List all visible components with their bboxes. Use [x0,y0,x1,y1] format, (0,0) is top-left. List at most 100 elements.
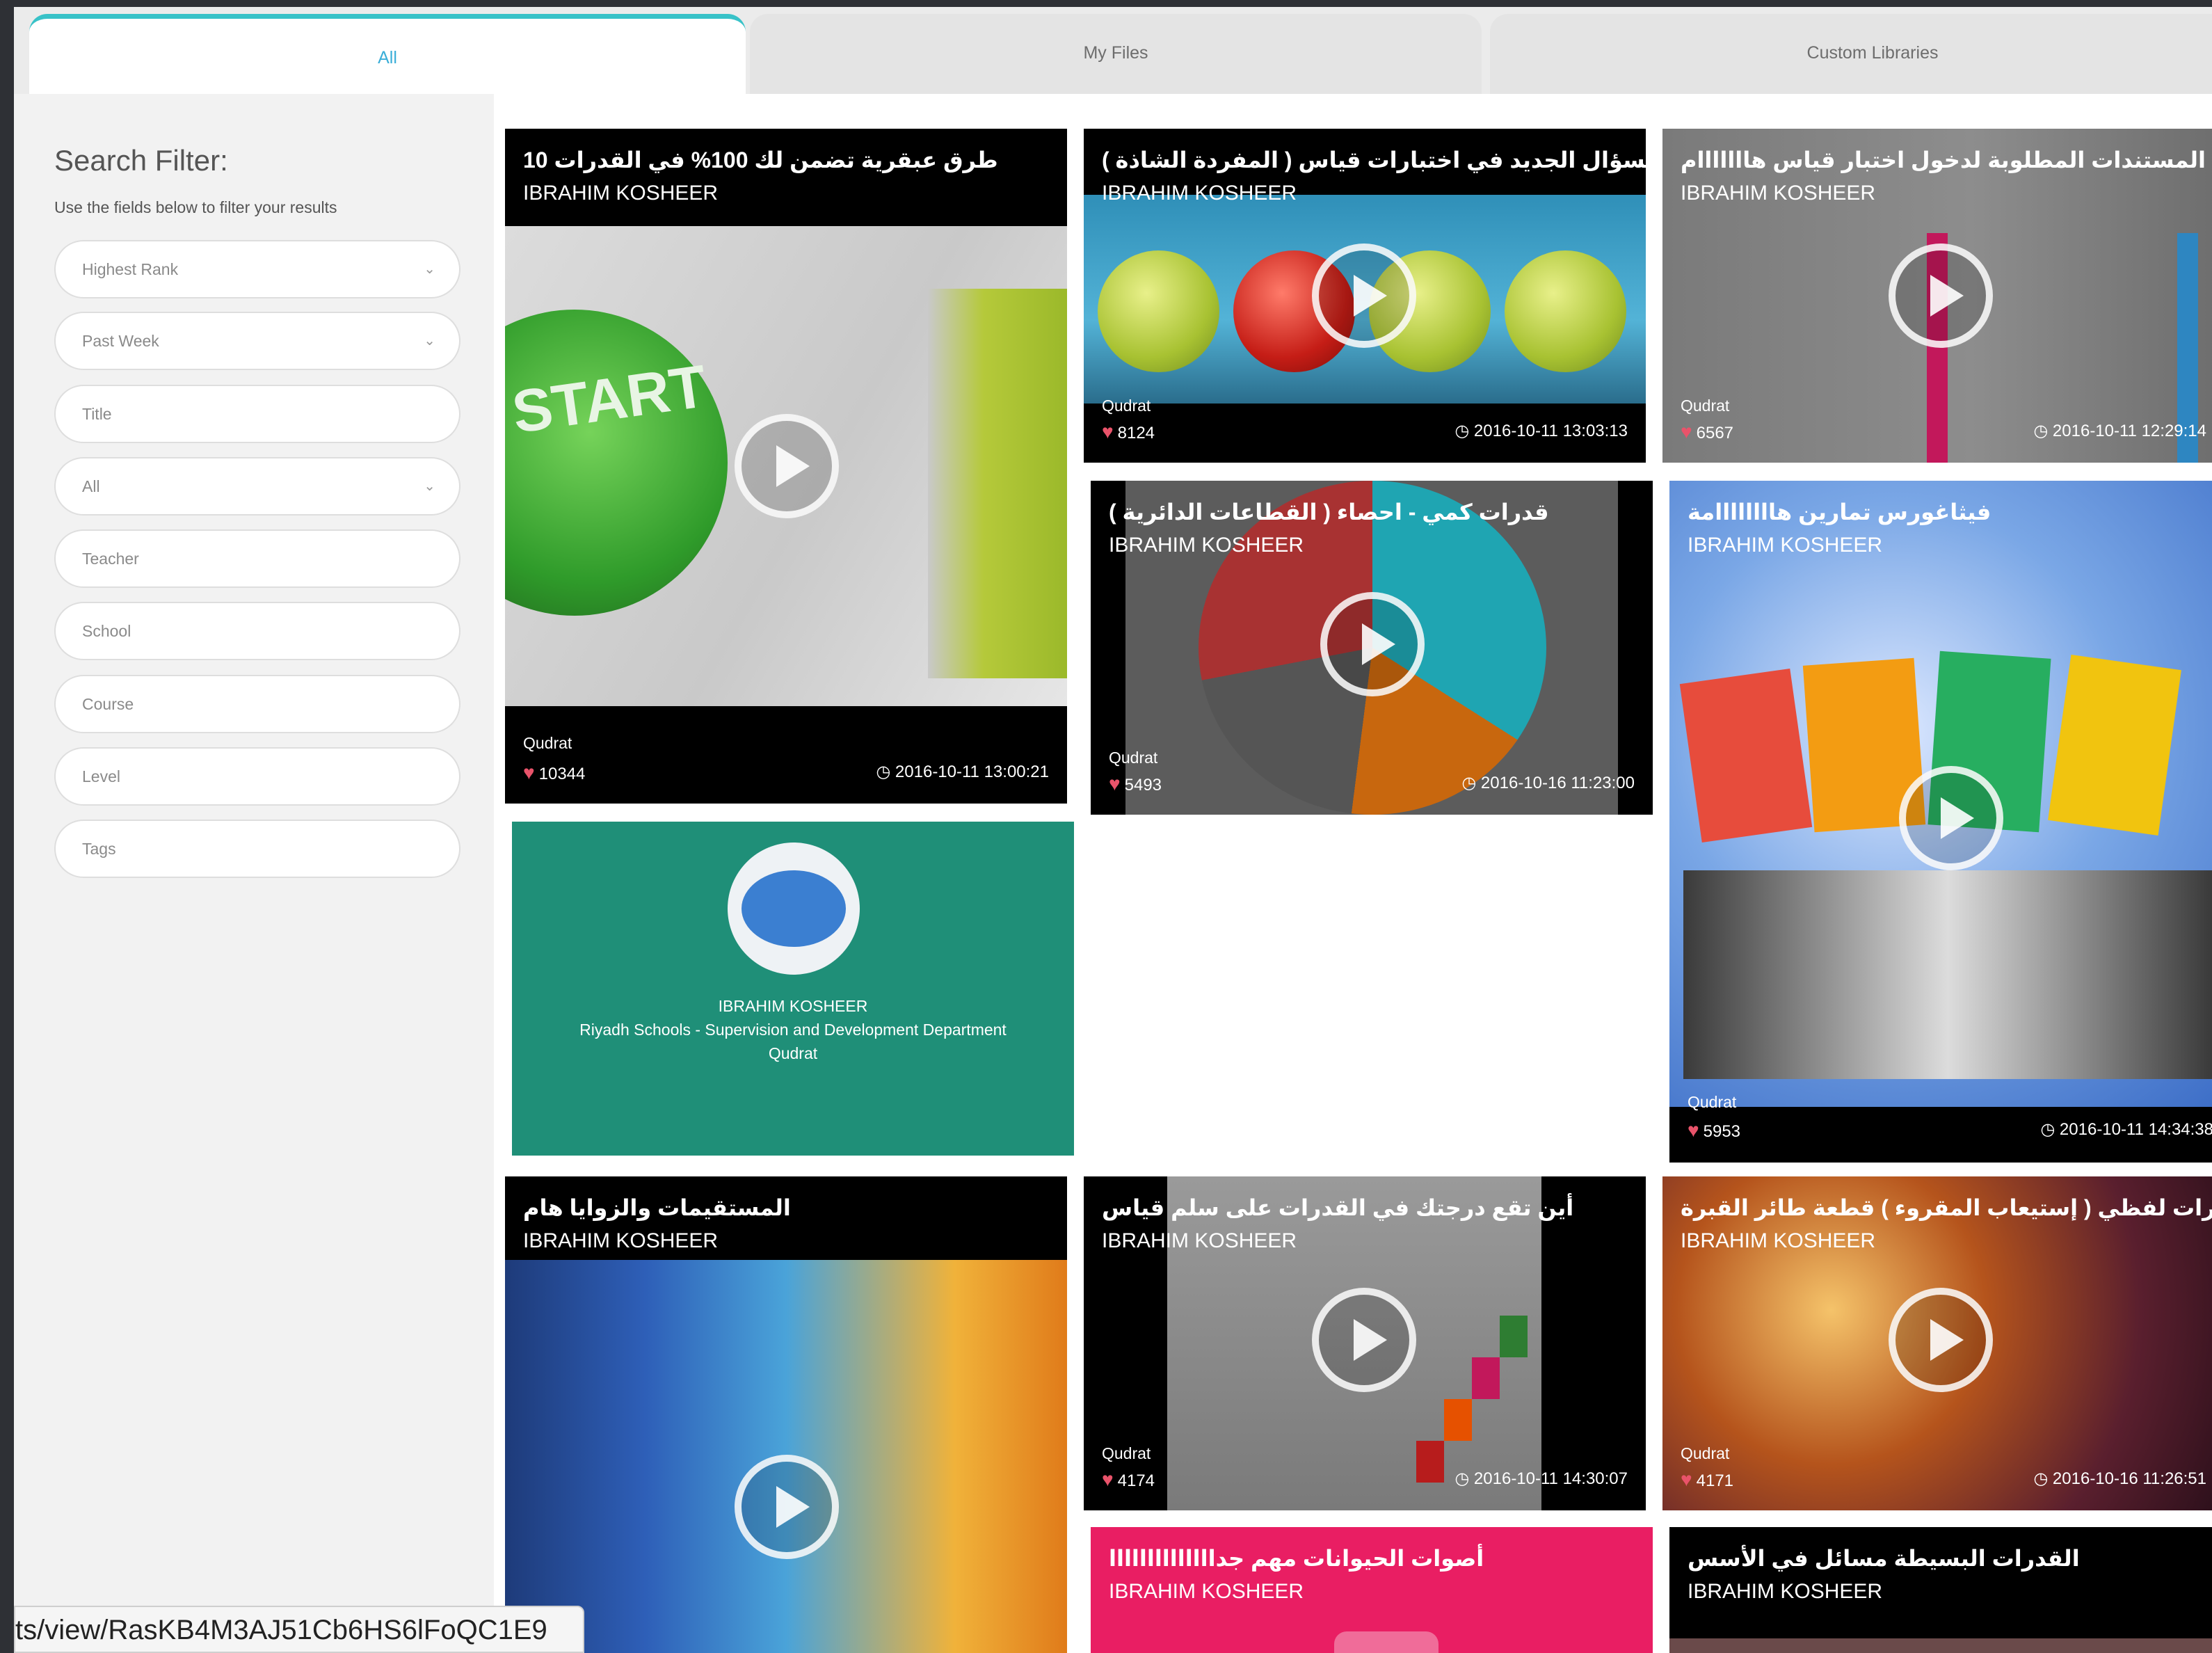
likes-count: 5953 [1703,1122,1741,1141]
profile-name: IBRAHIM KOSHEER [718,997,868,1015]
play-icon[interactable] [1889,243,1993,348]
type-select[interactable]: All ⌄ [54,457,460,516]
profile-course: Qudrat [768,1044,818,1062]
video-thumbnail [1669,1638,2212,1653]
video-card[interactable]: القدرات البسيطة مسائل في الأسس IBRAHIM K… [1669,1527,2212,1653]
play-icon[interactable] [1312,243,1416,348]
clock-icon: ◷ [2033,422,2053,440]
title-input-placeholder: Title [82,405,112,423]
tab-bar: All My Files Custom Libraries [14,7,2212,94]
search-filter-sidebar: Search Filter: Use the fields below to f… [14,94,494,1653]
play-icon[interactable] [735,414,839,518]
level-input[interactable]: Level [54,747,460,806]
play-icon[interactable] [1312,1288,1416,1392]
play-icon[interactable] [1899,766,2003,870]
clock-icon: ◷ [1454,1469,1474,1488]
likes-count: 4174 [1117,1471,1155,1490]
clock-icon: ◷ [1461,774,1481,792]
likes-count: 4171 [1696,1471,1734,1490]
apple-image [1098,250,1219,372]
card-author: IBRAHIM KOSHEER [1102,182,1297,205]
course-input[interactable]: Course [54,675,460,733]
avatar [728,843,860,975]
card-date: ◷ 2016-10-11 12:29:14 [2033,421,2206,441]
play-icon[interactable] [1320,592,1425,696]
bar-image [1444,1399,1472,1441]
rank-select-value: Highest Rank [82,260,179,278]
heart-icon: ♥ [1102,1469,1114,1490]
clock-icon: ◷ [2033,1469,2053,1488]
video-card[interactable]: فيثاغورس تمارين هاااااااامة IBRAHIM KOSH… [1669,481,2212,1163]
video-card[interactable]: المستقيمات والزوايا هام IBRAHIM KOSHEER [505,1176,1067,1653]
date-text: 2016-10-11 14:30:07 [1473,1469,1628,1488]
clock-icon: ◷ [876,762,895,781]
play-icon[interactable] [1889,1288,1993,1392]
heart-icon: ♥ [1681,421,1692,442]
heart-icon: ♥ [1102,421,1114,442]
link-status-url: ts/view/RasKB4M3AJ51Cb6HS6lFoQC1E9 [14,1606,584,1653]
date-text: 2016-10-11 14:34:38 [2059,1120,2212,1139]
video-card[interactable]: أين تقع درجتك في القدرات على سلم قياس IB… [1084,1176,1646,1510]
chevron-down-icon: ⌄ [424,262,435,277]
card-category: Qudrat [1102,1444,1151,1462]
tab-all[interactable]: All [29,14,746,94]
video-card[interactable]: المستندات المطلوبة لدخول اختبار قياس هاا… [1662,129,2212,463]
card-category: Qudrat [1102,397,1151,415]
level-input-placeholder: Level [82,767,120,785]
card-likes[interactable]: ♥ 4174 [1102,1469,1155,1491]
date-text: 2016-10-16 11:23:00 [1480,774,1635,792]
card-likes[interactable]: ♥ 5493 [1109,773,1162,795]
video-card[interactable]: طرق عبقرية تضمن لك 100% في القدرات 10 IB… [505,129,1067,804]
card-title: المستندات المطلوبة لدخول اختبار قياس هاا… [1681,147,2206,173]
tab-my-files[interactable]: My Files [750,14,1482,94]
card-date: ◷ 2016-10-11 14:30:07 [1454,1469,1628,1489]
card-date: ◷ 2016-10-11 13:03:13 [1454,421,1628,441]
clock-icon: ◷ [2040,1120,2060,1139]
search-filter-title: Search Filter: [54,144,228,177]
teacher-profile-card[interactable]: IBRAHIM KOSHEER Riyadh Schools - Supervi… [512,822,1074,1156]
card-author: IBRAHIM KOSHEER [523,182,719,205]
card-author: IBRAHIM KOSHEER [1109,534,1304,557]
rank-select[interactable]: Highest Rank ⌄ [54,240,460,298]
disc-and-device-image [1683,870,2212,1079]
video-card[interactable]: السؤال الجديد في اختبارات قياس ( المفردة… [1084,129,1646,463]
card-title: السؤال الجديد في اختبارات قياس ( المفردة… [1102,147,1646,173]
search-filter-description: Use the fields below to filter your resu… [54,198,337,216]
card-date: ◷ 2016-10-11 13:00:21 [876,762,1049,782]
period-select-value: Past Week [82,332,159,350]
card-likes[interactable]: ♥ 6567 [1681,421,1733,443]
card-date: ◷ 2016-10-16 11:26:51 [2033,1469,2206,1489]
video-card[interactable]: أصوات الحيوانات مهم جداااااااااااااا IBR… [1091,1527,1653,1653]
card-category: Qudrat [1681,397,1730,415]
tags-input[interactable]: Tags [54,820,460,878]
heart-icon: ♥ [1109,773,1121,794]
likes-count: 5493 [1124,776,1162,794]
card-likes[interactable]: ♥ 5953 [1688,1119,1740,1142]
video-card[interactable]: قدرات كمي - احصاء ( القطاعات الدائرية ) … [1091,481,1653,815]
card-likes[interactable]: ♥ 4171 [1681,1469,1733,1491]
play-icon[interactable] [735,1455,839,1559]
video-thumbnail [1334,1631,1438,1653]
title-input[interactable]: Title [54,385,460,443]
card-title: أين تقع درجتك في القدرات على سلم قياس [1102,1195,1574,1220]
card-category: Qudrat [523,734,572,752]
media-grid: طرق عبقرية تضمن لك 100% في القدرات 10 IB… [494,94,2212,1653]
likes-count: 8124 [1117,424,1155,442]
period-select[interactable]: Past Week ⌄ [54,312,460,370]
card-likes[interactable]: ♥ 8124 [1102,421,1155,443]
type-select-value: All [82,477,100,495]
card-title: قدرات كمي - احصاء ( القطاعات الدائرية ) [1109,500,1549,525]
card-author: IBRAHIM KOSHEER [1109,1580,1304,1603]
bar-image [1472,1357,1500,1399]
book-image [2048,655,2181,836]
tab-custom-libraries[interactable]: Custom Libraries [1490,14,2212,94]
chevron-down-icon: ⌄ [424,333,435,349]
app-window: All My Files Custom Libraries Search Fil… [14,7,2212,1653]
heart-icon: ♥ [523,762,535,783]
card-likes[interactable]: ♥ 10344 [523,762,585,784]
card-title: أصوات الحيوانات مهم جداااااااااااااا [1109,1546,1484,1571]
school-input[interactable]: School [54,602,460,660]
teacher-input[interactable]: Teacher [54,529,460,588]
video-card[interactable]: قدرات لفظي ( إستيعاب المقروء ) قطعة طائر… [1662,1176,2212,1510]
date-text: 2016-10-16 11:26:51 [2052,1469,2206,1488]
